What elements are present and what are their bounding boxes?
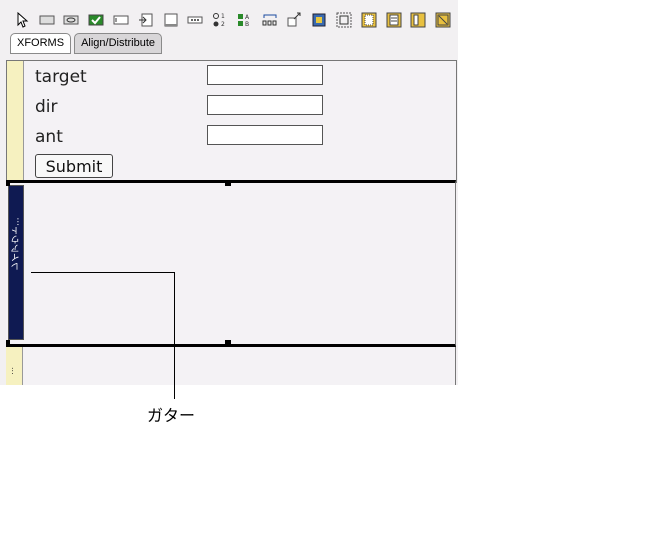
dir-input[interactable] xyxy=(207,95,323,115)
textarea-icon[interactable] xyxy=(111,10,131,30)
svg-text:A: A xyxy=(245,14,250,21)
tab-align-distribute[interactable]: Align/Distribute xyxy=(74,33,163,54)
resize-handle-bottom-left[interactable] xyxy=(6,340,10,344)
repeat-icon[interactable] xyxy=(260,10,280,30)
group-icon[interactable] xyxy=(161,10,181,30)
resize-handle-top[interactable] xyxy=(225,182,231,186)
checkbox-icon[interactable] xyxy=(86,10,106,30)
tab-xforms[interactable]: XFORMS xyxy=(10,33,72,54)
case-icon[interactable] xyxy=(384,10,404,30)
field-label-ant: ant xyxy=(35,127,63,147)
layout-gutter[interactable]: レイアウト... xyxy=(8,185,24,340)
layout-section[interactable]: レイアウト... xyxy=(6,180,456,347)
radio-list-icon[interactable]: 12 xyxy=(210,10,230,30)
resize-handle-top-left[interactable] xyxy=(6,182,10,186)
range-icon[interactable] xyxy=(185,10,205,30)
layout-icon[interactable] xyxy=(334,10,354,30)
svg-text:2: 2 xyxy=(221,21,225,28)
toolbar: 12 AB xyxy=(0,6,458,34)
form-section-gutter[interactable] xyxy=(7,61,24,182)
select-list-icon[interactable]: AB xyxy=(235,10,255,30)
design-canvas: target dir ant Submit レイアウト... ... xyxy=(6,60,458,385)
target-input[interactable] xyxy=(207,65,323,85)
switch-icon[interactable] xyxy=(359,10,379,30)
image-icon[interactable] xyxy=(309,10,329,30)
ant-input[interactable] xyxy=(207,125,323,145)
select-icon[interactable] xyxy=(62,10,82,30)
resize-handle-bottom[interactable] xyxy=(225,340,231,344)
next-section-gutter[interactable]: ... xyxy=(6,347,23,385)
columns-icon[interactable] xyxy=(409,10,429,30)
next-section-gutter-label: ... xyxy=(10,367,19,375)
field-label-dir: dir xyxy=(35,97,58,117)
form-section[interactable]: target dir ant Submit xyxy=(6,60,457,183)
field-label-target: target xyxy=(35,67,87,87)
editor-window: 12 AB XFORMS Align/Distribute target dir… xyxy=(0,0,458,385)
next-section[interactable]: ... xyxy=(6,347,456,385)
svg-text:1: 1 xyxy=(221,13,225,20)
column-icon[interactable] xyxy=(433,10,453,30)
pointer-icon[interactable] xyxy=(12,10,32,30)
callout-label: ガター xyxy=(147,406,196,425)
submit-button[interactable]: Submit xyxy=(35,154,113,178)
svg-text:B: B xyxy=(245,21,249,28)
callout-line-horizontal xyxy=(31,272,175,273)
input-icon[interactable] xyxy=(37,10,57,30)
tab-bar: XFORMS Align/Distribute xyxy=(10,33,163,54)
trigger-icon[interactable] xyxy=(285,10,305,30)
callout-line-vertical xyxy=(174,272,175,399)
layout-gutter-label: レイアウト... xyxy=(11,217,22,271)
upload-icon[interactable] xyxy=(136,10,156,30)
